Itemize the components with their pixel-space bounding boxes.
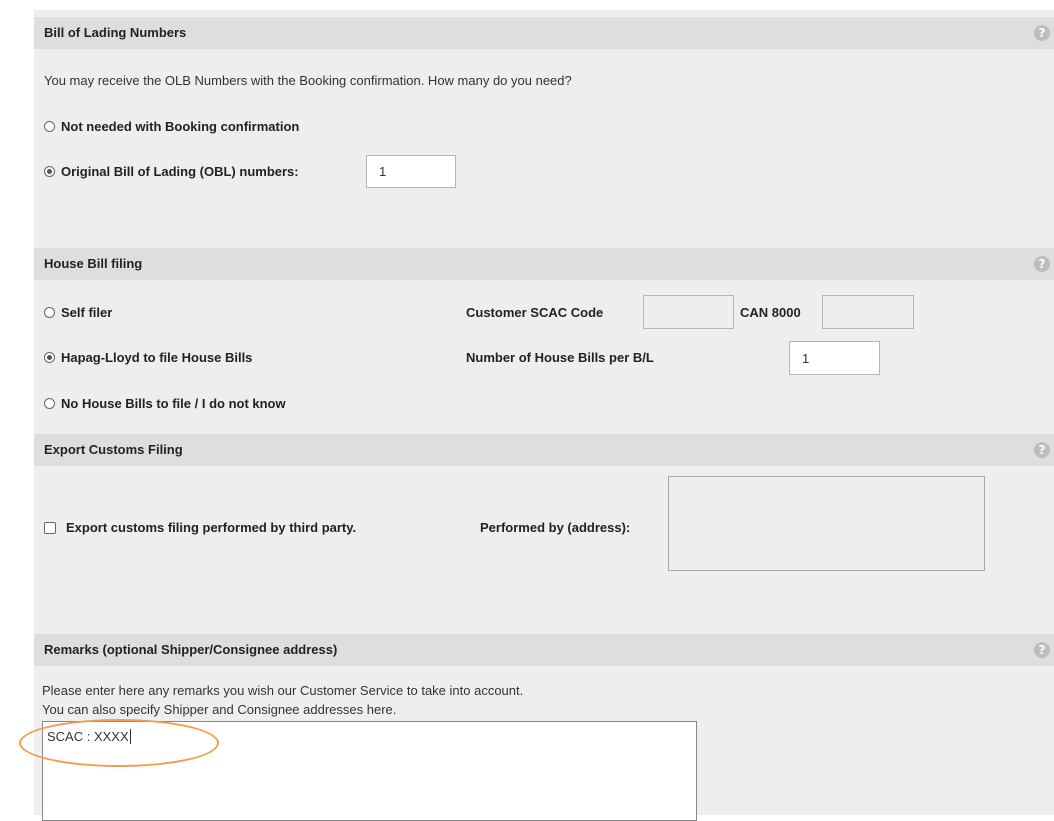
bill-of-lading-intro: You may receive the OLB Numbers with the…: [44, 73, 572, 88]
obl-count-input[interactable]: [366, 155, 456, 188]
house-bills-count-label: Number of House Bills per B/L: [466, 350, 654, 365]
radio-no-house-bills[interactable]: [44, 398, 55, 409]
can-8000-input[interactable]: [822, 295, 914, 329]
radio-self-filer-label[interactable]: Self filer: [61, 305, 112, 320]
remarks-hint-line2: You can also specify Shipper and Consign…: [42, 702, 397, 717]
radio-self-filer[interactable]: [44, 307, 55, 318]
radio-hapag-lloyd[interactable]: [44, 352, 55, 363]
radio-obl-numbers-label[interactable]: Original Bill of Lading (OBL) numbers:: [61, 164, 299, 179]
section-header-house-bill: House Bill filing ?: [34, 248, 1054, 280]
performed-by-address-input[interactable]: [668, 476, 985, 571]
help-icon[interactable]: ?: [1034, 642, 1050, 658]
radio-not-needed-label[interactable]: Not needed with Booking confirmation: [61, 119, 299, 134]
remarks-hint-line1: Please enter here any remarks you wish o…: [42, 683, 524, 698]
highlight-annotation-ellipse: [19, 719, 219, 767]
section-title: House Bill filing: [44, 256, 143, 271]
help-icon[interactable]: ?: [1034, 256, 1050, 272]
radio-obl-numbers[interactable]: [44, 166, 55, 177]
radio-no-house-bills-label[interactable]: No House Bills to file / I do not know: [61, 396, 286, 411]
export-customs-checkbox-label[interactable]: Export customs filing performed by third…: [66, 520, 356, 535]
house-bills-count-input[interactable]: [789, 341, 880, 375]
radio-hapag-lloyd-label[interactable]: Hapag-Lloyd to file House Bills: [61, 350, 252, 365]
customer-scac-input[interactable]: [643, 295, 734, 329]
radio-not-needed[interactable]: [44, 121, 55, 132]
export-customs-checkbox[interactable]: [44, 522, 56, 534]
help-icon[interactable]: ?: [1034, 442, 1050, 458]
customer-scac-label: Customer SCAC Code: [466, 305, 604, 320]
can-8000-label: CAN 8000: [740, 305, 801, 320]
section-title: Bill of Lading Numbers: [44, 25, 187, 40]
performed-by-label: Performed by (address):: [480, 520, 631, 535]
section-title: Remarks (optional Shipper/Consignee addr…: [44, 642, 338, 657]
section-title: Export Customs Filing: [44, 442, 183, 457]
section-header-remarks: Remarks (optional Shipper/Consignee addr…: [34, 634, 1054, 666]
help-icon[interactable]: ?: [1034, 25, 1050, 41]
section-header-bill-of-lading: Bill of Lading Numbers ?: [34, 17, 1054, 49]
section-header-export-customs: Export Customs Filing ?: [34, 434, 1054, 466]
